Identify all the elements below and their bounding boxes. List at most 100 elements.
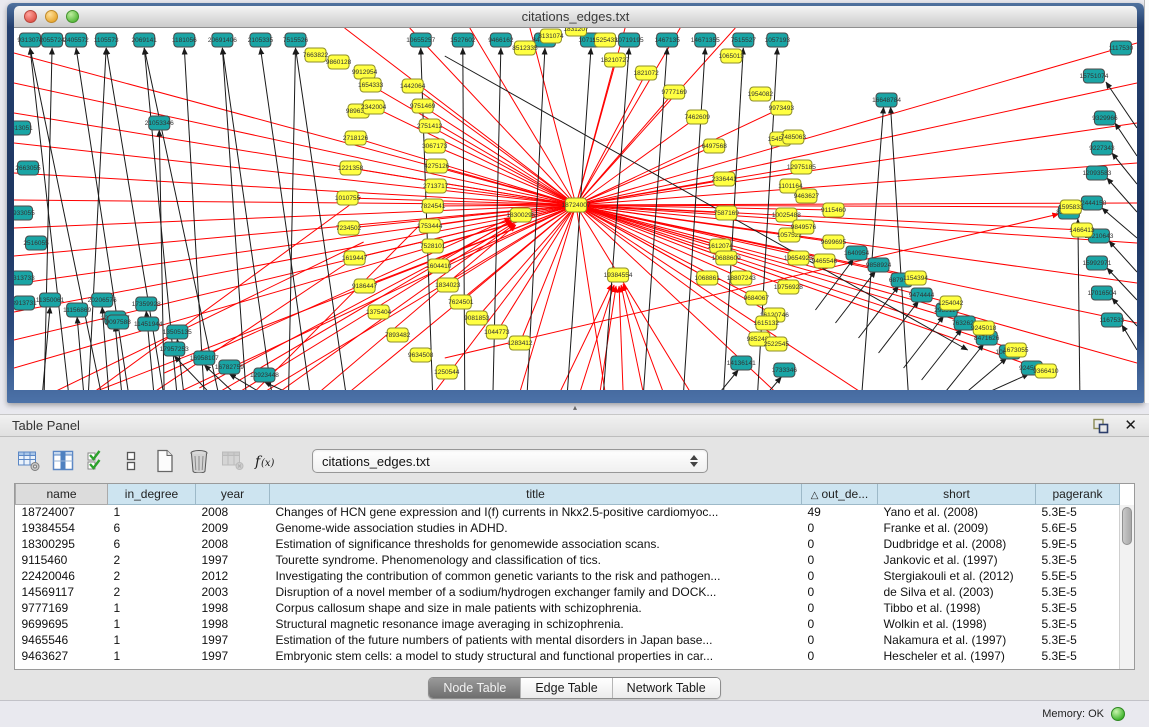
network-edge[interactable] [279,224,514,390]
table-cell[interactable]: 2009 [196,520,270,536]
column-header-year[interactable]: year [196,484,270,504]
table-cell[interactable]: Nakamura et al. (1997) [878,632,1036,648]
network-edge[interactable] [254,218,426,390]
table-cell[interactable]: 1998 [196,600,270,616]
network-edge[interactable] [1107,178,1137,212]
citation-network-graph[interactable]: 9313074205572424055721105573206914111810… [14,28,1137,390]
table-cell[interactable]: 22420046 [16,568,108,584]
network-edge[interactable] [576,205,916,278]
table-cell[interactable]: 0 [802,568,878,584]
column-header-outde[interactable]: △out_de... [802,484,878,504]
table-cell[interactable]: Stergiakouli et al. (2012) [878,568,1036,584]
table-cell[interactable]: 0 [802,616,878,632]
network-edge[interactable] [1112,153,1137,184]
network-edge[interactable] [1109,241,1137,272]
table-cell[interactable]: 49 [802,504,878,520]
table-row[interactable]: 977716911998Corpus callosum shape and si… [16,600,1120,616]
select-all-rows-button[interactable] [82,447,112,475]
table-cell[interactable]: 1 [108,504,196,520]
table-cell[interactable]: 0 [802,536,878,552]
table-cell[interactable]: 2008 [196,504,270,520]
network-edge[interactable] [576,205,605,390]
network-edge[interactable] [435,146,576,205]
table-cell[interactable]: 5.6E-5 [1036,520,1120,536]
network-edge[interactable] [576,203,1137,205]
memory-status-icon[interactable] [1111,707,1125,721]
table-cell[interactable]: Estimation of the future numbers of pati… [270,632,802,648]
table-cell[interactable]: 5.9E-5 [1036,536,1120,552]
table-cell[interactable]: 1997 [196,552,270,568]
table-cell[interactable]: 2012 [196,568,270,584]
table-cell[interactable]: 9465546 [16,632,108,648]
network-edge[interactable] [410,28,576,205]
table-row[interactable]: 1456911722003Disruption of a novel membe… [16,584,1120,600]
minimize-window-icon[interactable] [45,10,58,23]
network-edge[interactable] [76,48,129,390]
table-cell[interactable]: 1 [108,648,196,664]
table-cell[interactable]: Wolkin et al. (1998) [878,616,1036,632]
table-cell[interactable]: Franke et al. (2009) [878,520,1036,536]
column-header-indegree[interactable]: in_degree [108,484,196,504]
table-cell[interactable]: 9699695 [16,616,108,632]
table-row[interactable]: 946554611997Estimation of the future num… [16,632,1120,648]
float-panel-icon[interactable] [1092,418,1110,434]
table-cell[interactable]: Investigating the contribution of common… [270,568,802,584]
network-edge[interactable] [296,48,347,390]
create-column-button[interactable] [150,447,180,475]
table-cell[interactable]: 9463627 [16,648,108,664]
table-cell[interactable]: 1 [108,600,196,616]
select-column-button[interactable] [48,447,78,475]
table-cell[interactable]: Tourette syndrome. Phenomenology and cla… [270,552,802,568]
table-header-row[interactable]: namein_degreeyeartitle△out_de...shortpag… [16,484,1120,504]
table-cell[interactable]: 0 [802,648,878,664]
table-cell[interactable]: 0 [802,584,878,600]
table-cell[interactable]: 6 [108,520,196,536]
deselect-all-rows-button[interactable] [116,447,146,475]
network-window-titlebar[interactable]: citations_edges.txt [14,6,1137,28]
table-cell[interactable]: 0 [802,520,878,536]
table-cell[interactable]: 9777169 [16,600,108,616]
network-edge[interactable] [643,48,667,390]
table-cell[interactable]: 0 [802,552,878,568]
table-cell[interactable]: Genome-wide association studies in ADHD. [270,520,802,536]
table-cell[interactable]: 14569117 [16,584,108,600]
table-cell[interactable]: 18300295 [16,536,108,552]
zoom-window-icon[interactable] [66,10,79,23]
table-selector-dropdown[interactable]: citations_edges.txt [312,449,708,473]
network-edge[interactable] [14,205,576,256]
network-edge[interactable] [967,358,1007,390]
network-edge[interactable] [576,43,1137,205]
panel-divider-handle[interactable]: ▴ [568,403,582,413]
table-cell[interactable]: Structural magnetic resonance image aver… [270,616,802,632]
table-cell[interactable]: de Silva et al. (2003) [878,584,1036,600]
table-row[interactable]: 969969511998Structural magnetic resonanc… [16,616,1120,632]
table-cell[interactable]: 2 [108,552,196,568]
table-cell[interactable]: 2 [108,568,196,584]
table-cell[interactable]: Yano et al. (2008) [878,504,1036,520]
table-settings-button[interactable] [14,447,44,475]
table-cell[interactable]: 2003 [196,584,270,600]
close-panel-icon[interactable]: ✕ [1124,418,1137,434]
network-edge[interactable] [374,107,576,205]
table-cell[interactable]: 5.3E-5 [1036,504,1120,520]
column-header-pagerank[interactable]: pagerank [1036,484,1120,504]
network-edge[interactable] [683,48,705,390]
scrollbar-thumb[interactable] [1122,507,1132,545]
table-cell[interactable]: 5.3E-5 [1036,600,1120,616]
network-edge[interactable] [356,138,576,205]
network-edge[interactable] [349,205,576,228]
network-edge[interactable] [184,48,204,390]
table-cell[interactable]: 1 [108,616,196,632]
table-cell[interactable]: 1998 [196,616,270,632]
network-edge[interactable] [621,285,643,390]
table-cell[interactable]: 2008 [196,536,270,552]
column-header-name[interactable]: name [16,484,108,504]
table-cell[interactable]: 5.3E-5 [1036,648,1120,664]
table-cell[interactable]: Changes of HCN gene expression and I(f) … [270,504,802,520]
tab-edge-table[interactable]: Edge Table [520,678,611,698]
table-cell[interactable]: Estimation of significance thresholds fo… [270,536,802,552]
table-scrollbar[interactable] [1119,505,1134,669]
table-cell[interactable]: 5.3E-5 [1036,632,1120,648]
network-edge[interactable] [989,374,1029,390]
table-cell[interactable]: 18724007 [16,504,108,520]
